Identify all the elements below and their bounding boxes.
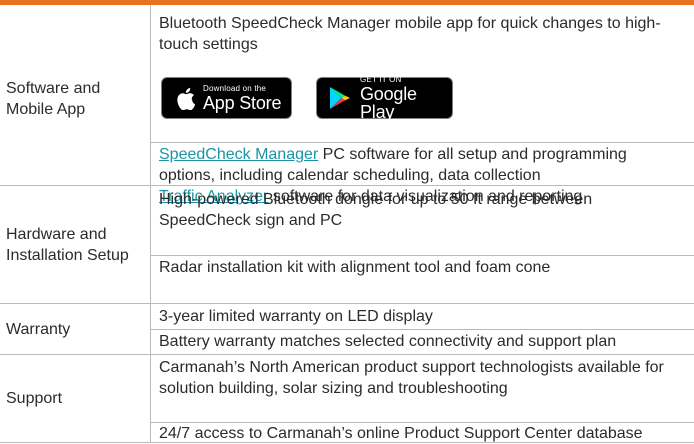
mobile-app-text: Bluetooth SpeedCheck Manager mobile app … <box>159 15 661 53</box>
column-divider <box>150 5 151 443</box>
app-store-badge[interactable]: Download on the App Store <box>161 77 292 119</box>
google-play-caption: GET IT ON <box>360 74 402 84</box>
row-label-hardware: Hardware and Installation Setup <box>6 225 129 264</box>
google-play-name: Google Play <box>360 83 417 122</box>
apple-icon <box>176 87 195 110</box>
app-store-name: App Store <box>203 92 282 113</box>
support-portal-text: 24/7 access to Carmanah’s online Product… <box>159 425 643 442</box>
cell-divider <box>150 329 694 330</box>
radar-kit-text: Radar installation kit with alignment to… <box>159 259 551 276</box>
row-label-warranty: Warranty <box>6 320 71 338</box>
app-store-caption: Download on the <box>203 83 267 93</box>
row-label-software: Software and Mobile App <box>6 80 101 118</box>
battery-warranty-text: Battery warranty matches selected connec… <box>159 333 617 350</box>
row-label-support: Support <box>6 390 63 407</box>
speedcheck-manager-link[interactable]: SpeedCheck Manager <box>159 146 318 163</box>
support-technologists-text: Carmanah’s North American product suppor… <box>159 359 664 397</box>
cell-divider <box>150 255 694 256</box>
led-warranty-text: 3-year limited warranty on LED display <box>159 308 433 325</box>
google-play-icon <box>329 86 351 110</box>
dongle-text: High-powered Bluetooth dongle for up to … <box>159 191 593 229</box>
google-play-badge[interactable]: GET IT ON Google Play <box>316 74 453 122</box>
spec-table: Software and Mobile App Bluetooth SpeedC… <box>0 5 694 443</box>
cell-divider <box>150 142 694 143</box>
